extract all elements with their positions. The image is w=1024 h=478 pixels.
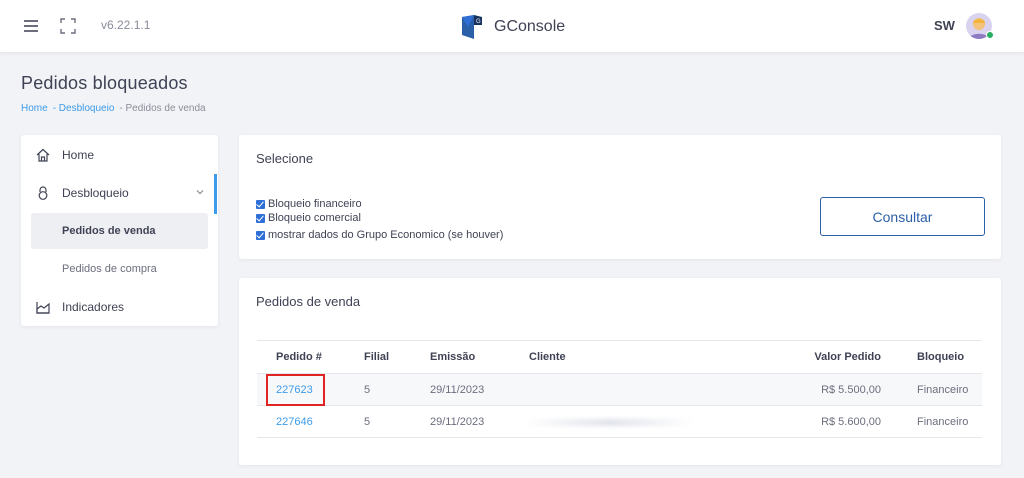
filter-option-financeiro[interactable]: Bloqueio financeiro <box>256 198 362 210</box>
checkbox-checked-icon[interactable] <box>256 213 265 223</box>
cell-filial: 5 <box>345 405 411 438</box>
sidebar-item-desbloqueio[interactable]: Desbloqueio <box>21 175 218 211</box>
hamburger-menu-icon[interactable] <box>24 18 40 34</box>
breadcrumb-home[interactable]: Home <box>21 103 48 114</box>
orders-card-title: Pedidos de venda <box>256 294 361 309</box>
cell-filial: 5 <box>345 373 411 406</box>
highlight-box <box>266 374 325 406</box>
column-header-cliente[interactable]: Cliente <box>510 340 782 374</box>
cell-cliente <box>510 373 782 406</box>
cell-valor: R$ 5.600,00 <box>782 405 899 438</box>
sidebar-item-pedidos-venda[interactable]: Pedidos de venda <box>31 213 208 249</box>
consultar-button[interactable]: Consultar <box>820 197 985 236</box>
svg-text:G: G <box>476 19 481 25</box>
column-header-pedido[interactable]: Pedido # <box>257 340 345 374</box>
column-header-filial[interactable]: Filial <box>345 340 411 374</box>
breadcrumb: Home - Desbloqueio - Pedidos de venda <box>21 103 206 114</box>
sidebar-item-label: Home <box>62 148 95 162</box>
home-icon <box>36 148 50 162</box>
sidebar-item-pedidos-compra[interactable]: Pedidos de compra <box>21 251 218 287</box>
order-number-link[interactable]: 227646 <box>276 416 313 428</box>
chart-icon <box>36 302 50 314</box>
cell-emissao: 29/11/2023 <box>411 405 510 438</box>
user-initials[interactable]: SW <box>934 18 955 33</box>
gconsole-logo-icon: G <box>462 15 482 39</box>
fullscreen-icon[interactable] <box>59 17 77 35</box>
chevron-down-icon <box>196 190 204 195</box>
page-title: Pedidos bloqueados <box>21 73 188 93</box>
table-header-row: Pedido # Filial Emissão Cliente Valor Pe… <box>257 340 982 374</box>
sidebar: Home Desbloqueio Pedidos de venda Pedido… <box>21 135 218 326</box>
column-header-bloqueio[interactable]: Bloqueio <box>899 340 982 374</box>
sidebar-item-label: Indicadores <box>62 300 125 314</box>
app-version: v6.22.1.1 <box>101 18 151 32</box>
filter-option-label: Bloqueio comercial <box>268 212 361 224</box>
filter-card-title: Selecione <box>256 151 314 166</box>
sidebar-item-indicadores[interactable]: Indicadores <box>21 289 218 325</box>
lock-icon <box>38 186 48 200</box>
sidebar-item-label: Pedidos de venda <box>62 225 156 237</box>
breadcrumb-desbloqueio[interactable]: - Desbloqueio <box>53 103 115 114</box>
checkbox-checked-icon[interactable] <box>256 199 265 209</box>
filter-option-label: mostrar dados do Grupo Economico (se hou… <box>268 229 504 241</box>
sidebar-item-home[interactable]: Home <box>21 137 218 173</box>
column-header-emissao[interactable]: Emissão <box>411 340 510 374</box>
filter-option-comercial[interactable]: Bloqueio comercial <box>256 212 361 224</box>
filter-option-label: Bloqueio financeiro <box>268 198 362 210</box>
filter-option-grupo-economico[interactable]: mostrar dados do Grupo Economico (se hou… <box>256 229 503 241</box>
checkbox-checked-icon[interactable] <box>256 230 265 240</box>
brand-name: GConsole <box>494 18 566 35</box>
column-header-valor[interactable]: Valor Pedido <box>782 340 899 374</box>
cell-bloqueio: Financeiro <box>899 373 982 406</box>
cell-bloqueio: Financeiro <box>899 405 982 438</box>
sidebar-item-label: Desbloqueio <box>62 186 129 200</box>
top-bar: v6.22.1.1 G GConsole SW <box>0 0 1024 53</box>
sidebar-item-label: Pedidos de compra <box>62 263 157 275</box>
cell-valor: R$ 5.500,00 <box>782 373 899 406</box>
online-status-dot <box>986 31 994 39</box>
cell-emissao: 29/11/2023 <box>411 373 510 406</box>
brand: G GConsole <box>460 13 565 41</box>
breadcrumb-current: - Pedidos de venda <box>119 103 206 114</box>
redacted-client-name <box>525 419 695 426</box>
table-row[interactable]: 227623 5 29/11/2023 R$ 5.500,00 Financei… <box>257 373 982 406</box>
sidebar-active-indicator <box>214 174 217 214</box>
